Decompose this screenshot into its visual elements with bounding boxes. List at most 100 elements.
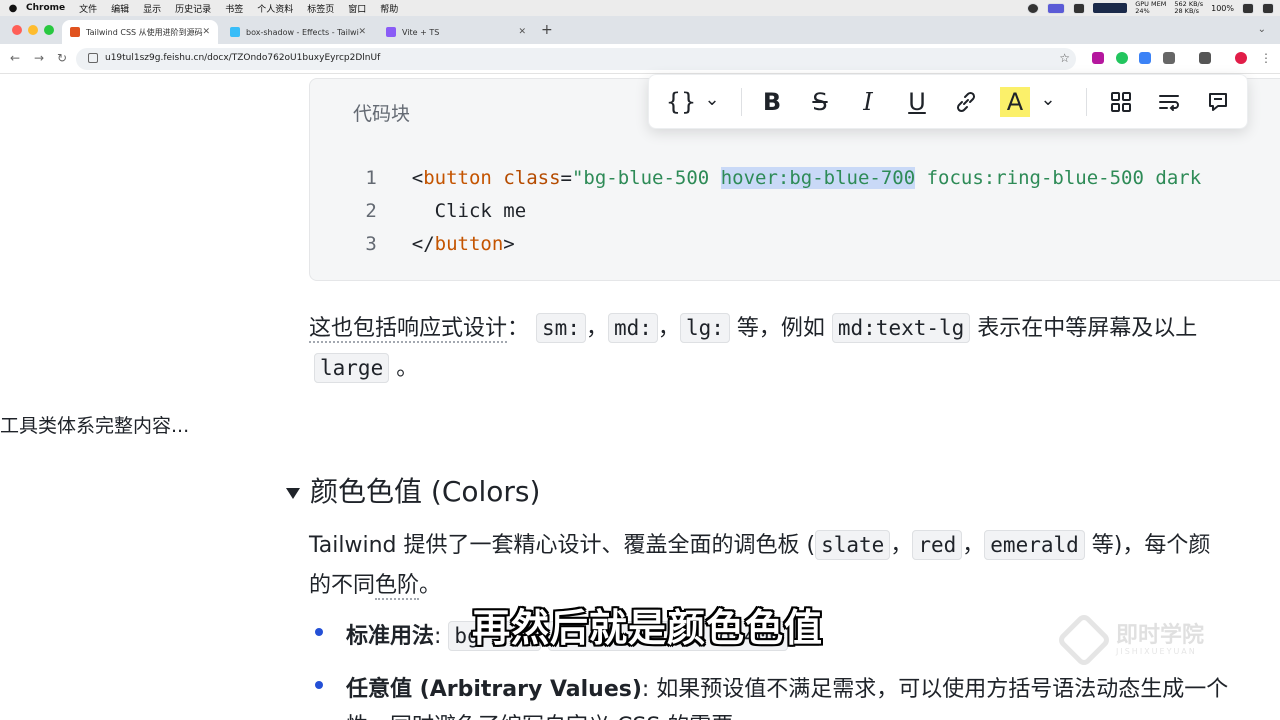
code-string: focus:ring-blue-500 dark	[915, 167, 1202, 189]
macos-menu-bar: ● Chrome 文件 编辑 显示 历史记录 书签 个人资料 标签页 窗口 帮助…	[0, 0, 1280, 16]
sidebar-outline-item[interactable]: 工具类体系完整内容...	[0, 411, 189, 438]
tab-search-chevron-icon[interactable]: ⌄	[1258, 24, 1266, 35]
paragraph-text: 表示在中等屏幕及以上	[970, 316, 1198, 341]
code-block-label: 代码块	[353, 103, 411, 125]
inline-code: large	[314, 353, 390, 383]
code-string: "bg-blue-500	[571, 167, 721, 189]
menu-history[interactable]: 历史记录	[175, 2, 211, 15]
paragraph-lead: 这也包括响应式设计	[309, 316, 508, 343]
tab-close-icon[interactable]: ✕	[202, 27, 210, 37]
net-down: 28 KB/s	[1174, 7, 1199, 15]
list-item-text: : 如果预设值不满足需求，可以使用方括号语法动态生成一个	[641, 677, 1229, 702]
toolbar-divider	[1086, 88, 1087, 116]
paragraph-palette: Tailwind 提供了一套精心设计、覆盖全面的调色板 (slate， red， e…	[309, 527, 1211, 560]
close-window-icon[interactable]	[12, 25, 22, 35]
inline-code: red	[912, 530, 963, 560]
back-arrow-icon[interactable]: ←	[10, 51, 20, 65]
watermark-logo: 即时学院 JISHIXUEYUAN	[1055, 611, 1204, 669]
menubar-status-area: GPU MEM 24% 562 KB/s 28 KB/s 100%	[1027, 0, 1274, 16]
tab-vite-ts[interactable]: Vite + TS ✕	[378, 20, 534, 44]
tab-favicon-icon	[70, 27, 80, 37]
extension-green-icon[interactable]	[1116, 52, 1128, 64]
window-controls	[12, 25, 54, 35]
watermark-text-block: 即时学院 JISHIXUEYUAN	[1116, 624, 1204, 656]
network-stat: 562 KB/s 28 KB/s	[1174, 1, 1203, 15]
highlight-color-button[interactable]: A	[1000, 87, 1030, 117]
toolbar-divider	[741, 88, 742, 116]
grid-icon[interactable]	[1106, 87, 1136, 117]
forward-arrow-icon[interactable]: →	[34, 51, 44, 65]
apple-menu-icon[interactable]: ●	[0, 3, 26, 14]
punctuation: ，	[657, 316, 680, 341]
watermark-subtitle: JISHIXUEYUAN	[1116, 646, 1197, 656]
code-block-button[interactable]: {}	[665, 87, 697, 117]
minimize-window-icon[interactable]	[28, 25, 38, 35]
menu-tab[interactable]: 标签页	[307, 2, 334, 15]
cpu-meter-icon	[1093, 3, 1128, 13]
battery-percent: 100%	[1211, 3, 1234, 13]
new-tab-button[interactable]: +	[541, 22, 553, 38]
tab-favicon-icon	[386, 27, 396, 37]
control-center-icon[interactable]	[1262, 2, 1274, 14]
extensions-puzzle-icon[interactable]	[1163, 52, 1175, 64]
bookmark-star-icon[interactable]: ☆	[1059, 51, 1070, 65]
extension-blue-icon[interactable]	[1139, 52, 1151, 64]
punctuation: ：	[507, 316, 530, 341]
screen-share-icon[interactable]	[1047, 2, 1066, 14]
battery-icon[interactable]	[1242, 2, 1254, 14]
tab-title: Vite + TS	[402, 27, 440, 37]
code-token: =	[560, 167, 572, 189]
tab-tailwind-css[interactable]: Tailwind CSS 从使用进阶到源码 ✕	[62, 20, 218, 44]
tab-close-icon[interactable]: ✕	[518, 27, 526, 37]
chevron-down-icon[interactable]: ⌄	[701, 84, 723, 114]
punctuation: ，	[585, 316, 608, 341]
chevron-down-icon[interactable]: ⌄	[1037, 84, 1059, 114]
strikethrough-button[interactable]: S	[805, 87, 835, 117]
site-info-icon[interactable]	[88, 53, 98, 63]
paragraph-text: 等)，每个颜	[1084, 533, 1211, 558]
line-number: 3	[365, 233, 377, 255]
underline-button[interactable]: U	[902, 87, 932, 117]
reload-icon[interactable]: ↻	[57, 51, 67, 65]
inline-code: lg:	[679, 313, 730, 343]
browser-menu-icon[interactable]: ⋮	[1260, 51, 1272, 65]
section-heading-colors[interactable]: 颜色色值 (Colors)	[286, 470, 540, 510]
menu-help[interactable]: 帮助	[380, 2, 398, 15]
italic-button[interactable]: I	[853, 87, 883, 117]
menu-chrome[interactable]: Chrome	[26, 3, 65, 13]
comment-icon[interactable]	[1203, 87, 1233, 117]
menu-profiles[interactable]: 个人资料	[257, 2, 293, 15]
tab-box-shadow[interactable]: box-shadow - Effects - Tailwi ✕	[222, 20, 374, 44]
zoom-window-icon[interactable]	[44, 25, 54, 35]
punctuation: ，	[890, 533, 913, 558]
inline-code: emerald	[984, 530, 1085, 560]
text-wrap-icon[interactable]	[1154, 87, 1184, 117]
profile-avatar[interactable]	[1235, 52, 1247, 64]
paragraph-responsive-line2: large 。	[314, 350, 418, 383]
heading-text: 颜色色值 (Colors)	[310, 475, 541, 508]
url-text[interactable]: u19tul1sz9g.feishu.cn/docx/TZOndo762oU1b…	[105, 53, 380, 63]
collapse-triangle-icon[interactable]	[286, 487, 300, 499]
punctuation: :	[434, 624, 449, 649]
bold-button[interactable]: B	[757, 87, 787, 117]
record-icon[interactable]	[1027, 2, 1040, 14]
format-toolbar: {} ⌄ B S I U A ⌄	[648, 74, 1248, 129]
gpu-mem-stat: GPU MEM 24%	[1135, 1, 1166, 15]
control-icon[interactable]	[1073, 2, 1086, 14]
code-line-3[interactable]: 3 </button>	[310, 211, 514, 277]
menu-bookmarks[interactable]: 书签	[225, 2, 243, 15]
link-icon[interactable]	[951, 87, 981, 117]
menu-edit[interactable]: 编辑	[111, 2, 129, 15]
paragraph-responsive: 这也包括响应式设计： sm:， md:， lg: 等，例如 md:text-lg 表…	[309, 310, 1198, 343]
watermark-icon	[1055, 611, 1113, 669]
inline-code: md:text-lg	[831, 313, 971, 343]
menu-file[interactable]: 文件	[79, 2, 97, 15]
address-bar[interactable]: u19tul1sz9g.feishu.cn/docx/TZOndo762oU1b…	[76, 48, 1076, 70]
menu-window[interactable]: 窗口	[348, 2, 366, 15]
inline-code: slate	[815, 530, 891, 560]
tab-close-icon[interactable]: ✕	[358, 27, 366, 37]
tab-favicon-icon	[230, 27, 240, 37]
extension-download-icon[interactable]	[1092, 52, 1104, 64]
reading-list-icon[interactable]	[1199, 52, 1211, 64]
menu-view[interactable]: 显示	[143, 2, 161, 15]
